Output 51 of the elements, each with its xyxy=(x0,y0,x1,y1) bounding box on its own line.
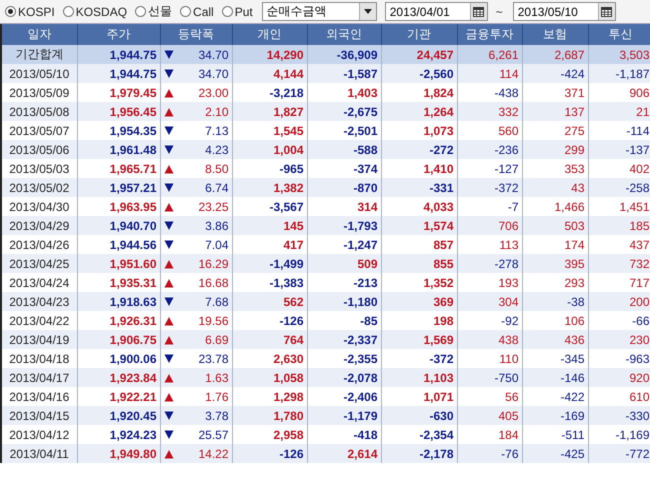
column-header[interactable]: 등락폭 xyxy=(160,24,232,45)
column-header[interactable]: 기관 xyxy=(381,24,457,45)
change-value: 7.04 xyxy=(205,238,228,252)
change-value: 7.13 xyxy=(205,124,228,138)
metric-dropdown[interactable]: 순매수금액 xyxy=(262,2,377,21)
date-cell: 2013/04/11 xyxy=(1,444,77,463)
table-cell: -2,178 xyxy=(381,444,457,463)
change-value: 23.00 xyxy=(198,86,228,100)
change-value: 2.10 xyxy=(205,104,228,118)
range-separator: ~ xyxy=(494,4,504,18)
table-cell: 2,614 xyxy=(307,444,381,463)
change-value: 1.76 xyxy=(205,390,228,404)
change-value: 14.22 xyxy=(198,446,228,460)
calendar-icon[interactable] xyxy=(473,6,484,16)
column-header[interactable]: 개인 xyxy=(232,24,307,45)
change-value: 1.63 xyxy=(205,370,228,384)
change-value: 3.78 xyxy=(205,408,228,422)
market-radio[interactable]: KOSPI xyxy=(2,4,58,18)
table-cell: -126 xyxy=(232,444,307,463)
market-radio[interactable]: Put xyxy=(218,4,256,18)
end-date-field[interactable]: 2013/05/10 xyxy=(512,2,616,21)
change-value: 6.74 xyxy=(205,180,228,194)
price-cell: 1,949.80 xyxy=(77,444,160,463)
change-value: 34.70 xyxy=(198,48,228,62)
market-radio[interactable]: 선물 xyxy=(132,3,176,20)
table-cell: -425 xyxy=(522,444,588,463)
change-value: 25.57 xyxy=(198,428,228,442)
change-value: 16.29 xyxy=(198,256,228,270)
change-value: 16.68 xyxy=(198,276,228,290)
change-value: 4.23 xyxy=(205,142,228,156)
column-header[interactable]: 투신 xyxy=(588,24,650,45)
dropdown-arrow-icon[interactable] xyxy=(364,9,372,14)
column-header[interactable]: 외국인 xyxy=(307,24,381,45)
market-radio[interactable]: Call xyxy=(177,4,217,18)
change-value: 8.50 xyxy=(205,162,228,176)
column-header[interactable]: 보험 xyxy=(522,24,588,45)
table-cell: -76 xyxy=(457,444,522,463)
change-value: 7.68 xyxy=(205,294,228,308)
change-value: 34.70 xyxy=(198,66,228,80)
change-value: 23.25 xyxy=(198,200,228,214)
start-date-field[interactable]: 2013/04/01 xyxy=(384,2,488,21)
change-value: 23.78 xyxy=(198,352,228,366)
column-header[interactable]: 주가 xyxy=(77,24,160,45)
column-header[interactable]: 일자 xyxy=(1,24,77,45)
calendar-icon[interactable] xyxy=(601,6,612,16)
market-radio[interactable]: KOSDAQ xyxy=(60,4,130,18)
change-value: 19.56 xyxy=(198,314,228,328)
column-header[interactable]: 금융투자 xyxy=(457,24,522,45)
change-value: 3.86 xyxy=(205,218,228,232)
table-cell: -772 xyxy=(588,444,650,463)
change-value: 6.69 xyxy=(205,332,228,346)
